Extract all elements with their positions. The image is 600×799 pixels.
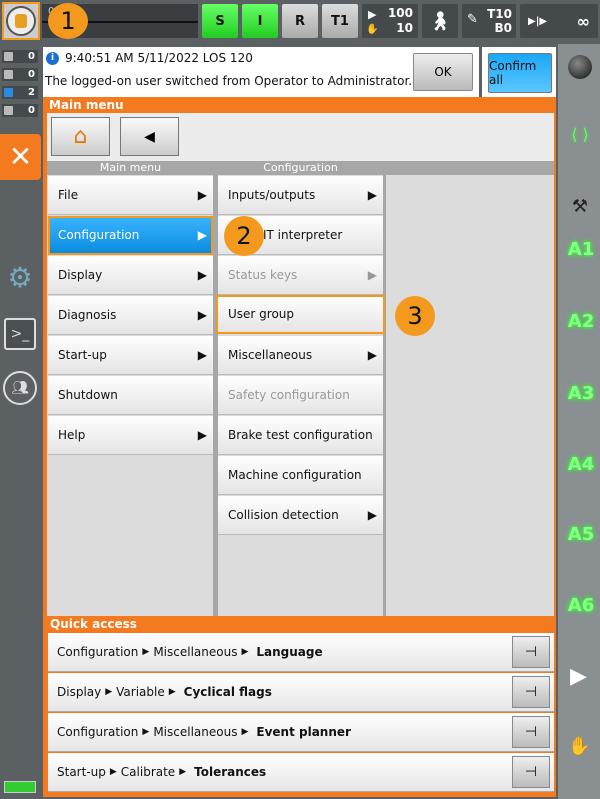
submenu-item-inputs-outputs[interactable]: Inputs/outputs ▶ xyxy=(218,176,383,215)
home-button[interactable]: ⌂ xyxy=(51,117,110,156)
axis-a1-button[interactable]: A1 xyxy=(564,239,598,260)
tool-icon: ✎ xyxy=(467,12,478,27)
menu-item-help[interactable]: Help ▶ xyxy=(48,416,213,455)
user-group-icon[interactable]: 👥︎ xyxy=(3,371,37,405)
jog-tool-icon[interactable]: ⚒ xyxy=(566,196,594,220)
axis-a6-button[interactable]: A6 xyxy=(564,595,598,616)
globe-icon[interactable] xyxy=(568,55,592,79)
submenu-item-status-keys: Status keys ▶ xyxy=(218,256,383,295)
annotation-badge-3: 3 xyxy=(395,296,435,336)
message-header: 9:40:51 AM 5/11/2022 LOS 120 xyxy=(65,51,253,65)
axis-a3-button[interactable]: A3 xyxy=(564,383,598,404)
pin-icon: ⊣ xyxy=(524,684,538,700)
jog-hand-icon[interactable]: ✋ xyxy=(568,736,590,757)
pin-button[interactable]: ⊣ xyxy=(512,716,550,748)
start-play-icon[interactable]: ▶ xyxy=(570,664,587,689)
submenu-item-user-group[interactable]: User group xyxy=(216,295,385,334)
status-robot-button[interactable]: R xyxy=(282,4,318,38)
override-program: 100 xyxy=(387,6,413,20)
settings-gear-icon[interactable]: ⚙ xyxy=(4,262,36,294)
submenu-item-safety-configuration: Safety configuration xyxy=(218,376,383,415)
home-icon: ⌂ xyxy=(73,124,88,149)
menu-item-file[interactable]: File ▶ xyxy=(48,176,213,215)
error-counter[interactable]: 0 xyxy=(2,50,38,63)
quick-access-row[interactable]: Start-up ▶ Calibrate ▶ Tolerances ⊣ xyxy=(48,753,554,792)
play-icon: ▶ xyxy=(368,8,377,21)
quick-access-row[interactable]: Display ▶ Variable ▶ Cyclical flags ⊣ xyxy=(48,673,554,712)
pin-icon: ⊣ xyxy=(524,724,538,740)
pin-button[interactable]: ⊣ xyxy=(512,756,550,788)
info-counter[interactable]: 2 xyxy=(2,86,38,99)
close-icon: ✕ xyxy=(8,140,33,173)
override-button[interactable]: 100 10 ▶ ✋ xyxy=(362,4,418,38)
col1-header: Main menu xyxy=(99,161,162,174)
message-window: i 9:40:51 AM 5/11/2022 LOS 120 The logge… xyxy=(43,47,479,97)
wait-counter[interactable]: 0 xyxy=(2,104,38,117)
axis-a2-button[interactable]: A2 xyxy=(564,311,598,332)
menu-item-start-up[interactable]: Start-up ▶ xyxy=(48,336,213,375)
axis-a5-button[interactable]: A5 xyxy=(564,524,598,545)
robot-icon xyxy=(6,6,36,36)
axis-a4-button[interactable]: A4 xyxy=(564,454,598,475)
pin-button[interactable]: ⊣ xyxy=(512,636,550,668)
quick-access-row[interactable]: Configuration ▶ Miscellaneous ▶ Event planne… xyxy=(48,713,554,752)
step-mode-icon: ▶|▶ xyxy=(528,15,548,27)
menu-item-configuration[interactable]: Configuration ▶ xyxy=(48,216,213,255)
status-submit-button[interactable]: S xyxy=(202,4,238,38)
message-text: The logged-on user switched from Operato… xyxy=(45,74,413,88)
quick-access-row[interactable]: Configuration ▶ Miscellaneous ▶ Language ⊣ xyxy=(48,633,554,672)
status-interpreter-button[interactable]: I xyxy=(242,4,278,38)
col2-header: Configuration xyxy=(263,161,338,174)
walking-person-icon: 🚶︎ xyxy=(428,10,452,32)
program-run-mode-button[interactable]: ▶|▶ ∞ xyxy=(520,4,598,38)
main-menu-title: Main menu xyxy=(49,98,124,112)
menu-item-diagnosis[interactable]: Diagnosis ▶ xyxy=(48,296,213,335)
menu-item-shutdown[interactable]: Shutdown xyxy=(48,376,213,415)
annotation-badge-2: 2 xyxy=(224,216,264,256)
pin-icon: ⊣ xyxy=(524,644,538,660)
submenu-item-brake-test-configuration[interactable]: Brake test configuration xyxy=(218,416,383,455)
battery-indicator xyxy=(4,781,36,793)
override-jog: 10 xyxy=(396,21,413,35)
warning-counter[interactable]: 0 xyxy=(2,68,38,81)
submenu-item-miscellaneous[interactable]: Miscellaneous ▶ xyxy=(218,336,383,375)
pin-icon: ⊣ xyxy=(524,764,538,780)
annotation-badge-1: 1 xyxy=(48,3,88,39)
pin-button[interactable]: ⊣ xyxy=(512,676,550,708)
jog-direction-arrows-icon[interactable]: ⟨ ⟩ xyxy=(562,92,598,178)
operating-mode-button[interactable]: T1 xyxy=(322,4,358,38)
jog-mode-button[interactable]: 🚶︎ xyxy=(422,4,458,38)
quick-access-title: Quick access xyxy=(50,617,137,631)
tool-base-button[interactable]: ✎ T10 B0 xyxy=(462,4,516,38)
confirm-all-button[interactable]: Confirm all xyxy=(488,53,552,93)
back-button[interactable]: ◀ xyxy=(120,117,179,156)
menu-item-display[interactable]: Display ▶ xyxy=(48,256,213,295)
submenu-item-machine-configuration[interactable]: Machine configuration xyxy=(218,456,383,495)
ok-button[interactable]: OK xyxy=(413,53,473,91)
back-arrow-icon: ◀ xyxy=(144,128,155,145)
robot-menu-button[interactable] xyxy=(2,2,40,40)
cell-view-icon[interactable]: >_ xyxy=(4,318,36,350)
info-icon: i xyxy=(46,52,59,65)
submenu-item-collision-detection[interactable]: Collision detection ▶ xyxy=(218,496,383,535)
jog-hand-icon: ✋ xyxy=(366,24,379,35)
close-menu-button[interactable]: ✕ xyxy=(0,134,41,180)
